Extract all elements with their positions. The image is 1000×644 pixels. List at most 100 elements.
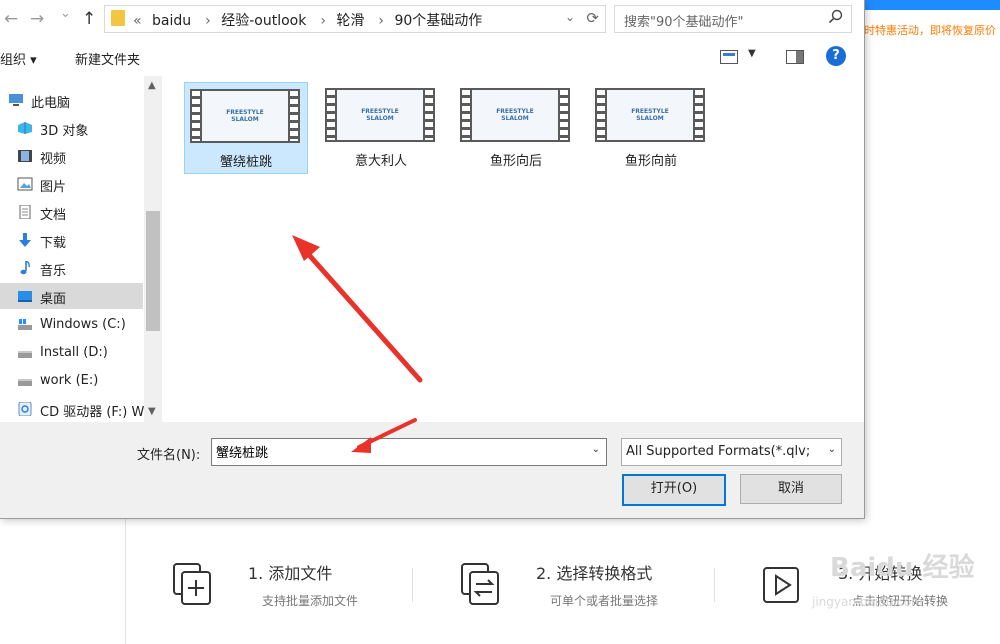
music-icon [20, 261, 30, 275]
breadcrumb-item[interactable]: 经验-outlook [221, 13, 306, 29]
thumbnail-screen: FREESTYLE SLALOM [472, 90, 558, 140]
back-button[interactable]: ← [4, 9, 18, 29]
search-placeholder: 搜索"90个基础动作" [624, 15, 744, 30]
forward-button[interactable]: → [30, 9, 44, 29]
chevron-right-icon[interactable]: › [205, 13, 211, 29]
pictures-icon [17, 177, 33, 191]
recent-locations-button[interactable]: ⌄ [60, 6, 71, 21]
folder-icon [111, 10, 125, 26]
preview-pane-icon[interactable] [786, 50, 804, 64]
breadcrumb-item[interactable]: 轮滑 [336, 13, 364, 29]
file-name: 鱼形向后 [489, 154, 542, 169]
background-app-header [864, 0, 1000, 10]
address-field[interactable]: « baidu › 经验-outlook › 轮滑 › 90个基础动作 ⌄ ⟳ [104, 5, 606, 33]
chevron-right-icon[interactable]: › [378, 13, 384, 29]
nav-label: 音乐 [40, 264, 67, 279]
step-subtitle: 支持批量添加文件 [262, 594, 359, 608]
chevron-down-icon[interactable]: ▼ [748, 48, 756, 59]
drive-icon [18, 319, 32, 330]
nav-item-music[interactable]: 音乐 [0, 255, 143, 281]
step-add-file[interactable]: 1. 添加文件 支持批量添加文件 [172, 560, 402, 620]
change-view-icon[interactable] [720, 50, 738, 64]
file-item[interactable]: FREESTYLE SLALOM 蟹绕桩跳 [184, 82, 308, 174]
thumbnail-title: FREESTYLE SLALOM [361, 108, 399, 122]
video-icon [18, 150, 32, 162]
nav-label: 桌面 [40, 292, 67, 307]
refresh-icon[interactable]: ⟳ [586, 9, 599, 27]
desktop-icon [18, 291, 32, 302]
chevron-down-icon[interactable]: ⌄ [828, 444, 836, 455]
scroll-down-icon[interactable]: ▼ [148, 406, 156, 417]
search-icon [828, 9, 843, 24]
video-thumbnail: FREESTYLE SLALOM [460, 88, 570, 142]
step-divider [412, 568, 413, 602]
annotation-arrow [351, 418, 417, 453]
nav-item-this-pc[interactable]: 此电脑 [0, 87, 143, 113]
nav-item-documents[interactable]: 文档 [0, 199, 143, 225]
thumbnail-title: FREESTYLE SLALOM [226, 109, 264, 123]
nav-label: Install (D:) [40, 345, 108, 360]
film-strip [560, 90, 568, 140]
nav-item-pictures[interactable]: 图片 [0, 171, 143, 197]
nav-item-drive-d[interactable]: Install (D:) [0, 340, 143, 366]
nav-item-desktop[interactable]: 桌面 [0, 283, 143, 309]
video-thumbnail: FREESTYLE SLALOM [595, 88, 705, 142]
up-button[interactable]: ↑ [82, 9, 96, 29]
film-strip [192, 91, 200, 141]
step-title: 1. 添加文件 [248, 564, 333, 583]
chevron-right-icon[interactable]: › [320, 13, 326, 29]
file-item[interactable]: FREESTYLE SLALOM 鱼形向前 [590, 82, 712, 172]
nav-label: 文档 [40, 208, 67, 223]
step-title: 2. 选择转换格式 [536, 564, 653, 583]
file-name: 鱼形向前 [624, 154, 677, 169]
download-icon [19, 233, 31, 247]
file-name: 意大利人 [354, 154, 407, 169]
chevron-down-icon[interactable]: ⌄ [565, 10, 575, 24]
thumbnail-screen: FREESTYLE SLALOM [202, 91, 288, 141]
convert-format-icon [461, 563, 499, 605]
video-thumbnail: FREESTYLE SLALOM [190, 89, 300, 143]
cancel-button[interactable]: 取消 [740, 474, 842, 504]
scroll-up-icon[interactable]: ▲ [148, 80, 156, 91]
nav-item-videos[interactable]: 视频 [0, 143, 143, 169]
nav-item-cd-drive[interactable]: CD 驱动器 (F:) W [0, 396, 145, 422]
watermark-url: jingyan.baidu.com [812, 595, 923, 609]
baidu-watermark: Baidu 经验 jingyan.baidu.com [800, 535, 1000, 625]
watermark-text: Baidu 经验 [830, 553, 975, 583]
breadcrumb-item[interactable]: baidu [152, 13, 191, 29]
search-input[interactable]: 搜索"90个基础动作" [614, 5, 852, 33]
promo-notice[interactable]: 时特惠活动，即将恢复原价 [864, 22, 1000, 38]
organize-button[interactable]: 组织 ▾ [0, 49, 37, 68]
film-strip [695, 90, 703, 140]
scrollbar-thumb[interactable] [146, 211, 160, 331]
file-name: 蟹绕桩跳 [219, 155, 272, 170]
nav-label: 此电脑 [31, 96, 71, 111]
help-icon[interactable]: ? [826, 46, 846, 66]
nav-item-drive-c[interactable]: Windows (C:) [0, 312, 143, 338]
nav-label: 下载 [40, 236, 67, 251]
nav-item-downloads[interactable]: 下载 [0, 227, 143, 253]
nav-label: CD 驱动器 (F:) W [40, 405, 145, 420]
thumbnail-screen: FREESTYLE SLALOM [337, 90, 423, 140]
thumbnail-screen: FREESTYLE SLALOM [607, 90, 693, 140]
thumbnail-title: FREESTYLE SLALOM [631, 108, 669, 122]
step-choose-format[interactable]: 2. 选择转换格式 可单个或者批量选择 [460, 560, 700, 620]
file-type-select[interactable]: All Supported Formats(*.qlv; ⌄ [621, 438, 842, 466]
documents-icon [19, 205, 31, 219]
open-button[interactable]: 打开(O) [622, 474, 726, 506]
nav-item-drive-e[interactable]: work (E:) [0, 368, 143, 394]
breadcrumb-overflow[interactable]: « [133, 13, 142, 29]
chevron-down-icon[interactable]: ⌄ [592, 444, 600, 455]
file-item[interactable]: FREESTYLE SLALOM 意大利人 [320, 82, 442, 172]
nav-item-3d-objects[interactable]: 3D 对象 [0, 115, 143, 141]
breadcrumb-item[interactable]: 90个基础动作 [394, 13, 482, 29]
new-folder-button[interactable]: 新建文件夹 [75, 49, 140, 68]
computer-icon [9, 94, 23, 106]
breadcrumb: « baidu › 经验-outlook › 轮滑 › 90个基础动作 [133, 10, 488, 30]
step-subtitle: 可单个或者批量选择 [550, 594, 659, 608]
annotation-arrow [292, 235, 423, 383]
film-strip [597, 90, 605, 140]
file-item[interactable]: FREESTYLE SLALOM 鱼形向后 [455, 82, 577, 172]
nav-scrollbar[interactable]: ▲ ▼ [144, 76, 162, 422]
add-file-icon [173, 563, 211, 605]
